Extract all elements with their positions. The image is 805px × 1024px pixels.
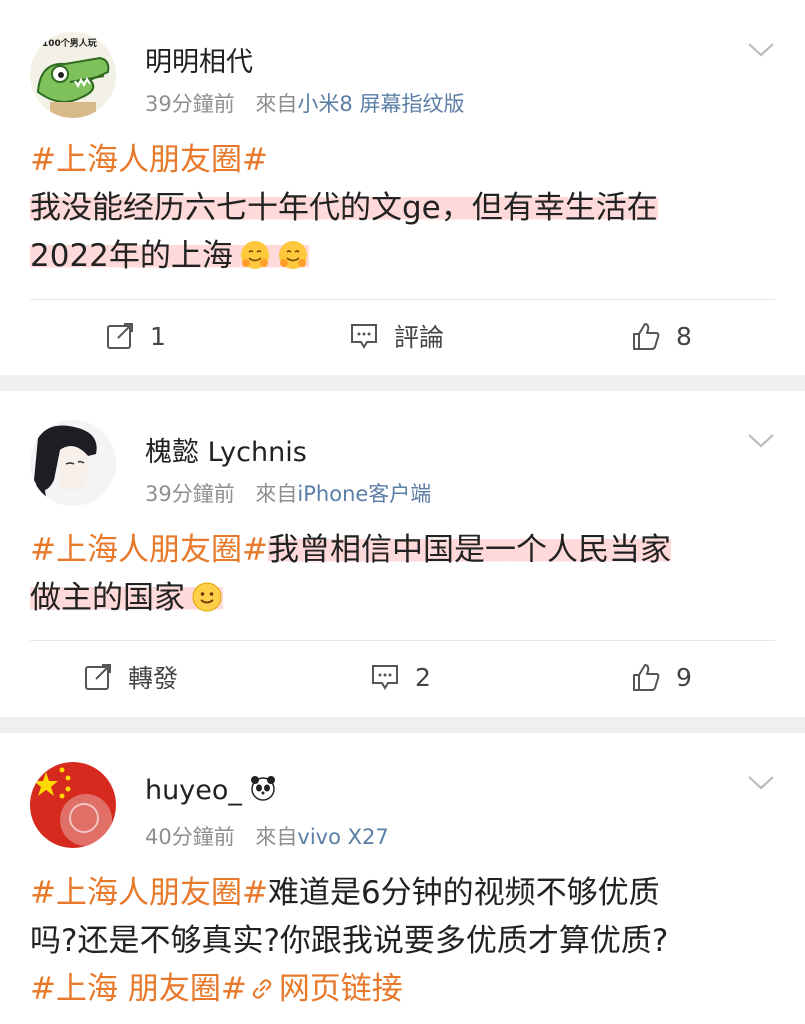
repost-icon: [85, 664, 111, 690]
post-text-line: 我没能经历六七十年代的文ge，但有幸生活在: [30, 190, 658, 226]
comment-count: 2: [415, 662, 431, 692]
avatar-label: 100个男人玩: [42, 39, 97, 49]
chevron-down-icon[interactable]: [747, 433, 775, 449]
thumbs-up-icon: [633, 323, 660, 350]
avatar[interactable]: [30, 420, 116, 506]
username-text: huyeo_: [145, 775, 242, 806]
link-text: 网页链接: [278, 971, 403, 1007]
smile-emoji: [192, 582, 222, 612]
web-link[interactable]: 网页链接: [247, 971, 403, 1007]
hugging-face-emoji: [278, 241, 307, 269]
post-text-line: 难道是6分钟的视频不够优质: [267, 875, 660, 911]
like-button[interactable]: 8: [630, 316, 692, 356]
topic-tag[interactable]: #上海人朋友圈#: [30, 875, 268, 911]
action-bar: 1 評論 8: [0, 316, 805, 356]
panda-icon: [250, 776, 275, 801]
chevron-down-icon[interactable]: [747, 775, 775, 791]
username[interactable]: 槐懿 Lychnis: [145, 430, 307, 469]
topic-tag[interactable]: #上海人朋友圈#: [30, 532, 268, 568]
post-meta: 40分鐘前 來自vivo X27: [145, 821, 389, 851]
repost-count: 1: [150, 321, 166, 351]
post-text: #上海人朋友圈#我曾相信中国是一个人民当家 做主的国家: [30, 526, 765, 622]
feed: 100个男人玩 明明相代 39分鐘前 來自小米8 屏幕指纹版 #上海人朋友圈# …: [0, 0, 805, 1024]
repost-button[interactable]: 1: [104, 316, 166, 356]
from-label: 來自: [255, 825, 298, 849]
post-source[interactable]: iPhone客户端: [297, 482, 431, 506]
thumbs-up-icon: [633, 664, 660, 691]
avatar[interactable]: [30, 762, 116, 848]
post-time: 40分鐘前: [145, 825, 235, 849]
from-label: 來自: [255, 92, 298, 116]
post-meta: 39分鐘前 來自小米8 屏幕指纹版: [145, 88, 464, 118]
post-text-line: 吗?还是不够真实?你跟我说要多优质才算优质?: [30, 923, 669, 959]
post-separator: [0, 375, 805, 391]
avatar[interactable]: 100个男人玩: [30, 32, 116, 118]
like-count: 8: [676, 321, 692, 351]
post-source[interactable]: vivo X27: [297, 825, 388, 849]
post-text-line: 我曾相信中国是一个人民当家: [267, 532, 671, 568]
repost-label: 轉發: [128, 664, 179, 693]
like-count: 9: [676, 662, 692, 692]
divider: [30, 299, 775, 300]
repost-button[interactable]: 轉發: [82, 657, 178, 697]
post-card[interactable]: 槐懿 Lychnis 39分鐘前 來自iPhone客户端 #上海人朋友圈#我曾相…: [0, 391, 805, 717]
post-text: #上海人朋友圈# 我没能经历六七十年代的文ge，但有幸生活在 2022年的上海: [30, 136, 765, 280]
hugging-face-emoji: [240, 241, 269, 269]
post-card[interactable]: huyeo_ 40分鐘前 來自vivo X27 #上海人朋友圈#难道是6分钟的视…: [0, 733, 805, 1024]
post-time: 39分鐘前: [145, 482, 235, 506]
post-text: #上海人朋友圈#难道是6分钟的视频不够优质 吗?还是不够真实?你跟我说要多优质才…: [30, 869, 765, 1013]
post-text-line: 做主的国家: [30, 580, 185, 616]
comment-button[interactable]: 2: [369, 657, 431, 697]
repost-icon: [107, 323, 133, 349]
post-source[interactable]: 小米8 屏幕指纹版: [297, 92, 464, 116]
divider: [30, 640, 775, 641]
comment-icon: [351, 324, 377, 349]
comment-label: 評論: [394, 323, 445, 352]
comment-button[interactable]: 評論: [348, 316, 444, 356]
username[interactable]: 明明相代: [145, 40, 253, 79]
post-separator: [0, 717, 805, 733]
username[interactable]: huyeo_: [145, 773, 278, 806]
topic-tag[interactable]: #上海人朋友圈#: [30, 142, 268, 178]
like-button[interactable]: 9: [630, 657, 692, 697]
topic-tag[interactable]: #上海 朋友圈#: [30, 971, 247, 1007]
action-bar: 轉發 2 9: [0, 657, 805, 697]
post-card[interactable]: 100个男人玩 明明相代 39分鐘前 來自小米8 屏幕指纹版 #上海人朋友圈# …: [0, 0, 805, 375]
post-meta: 39分鐘前 來自iPhone客户端: [145, 478, 431, 508]
comment-icon: [372, 665, 398, 690]
link-icon: [252, 979, 272, 999]
chevron-down-icon[interactable]: [747, 42, 775, 58]
from-label: 來自: [255, 482, 298, 506]
post-text-line: 2022年的上海: [30, 238, 233, 274]
post-time: 39分鐘前: [145, 92, 235, 116]
